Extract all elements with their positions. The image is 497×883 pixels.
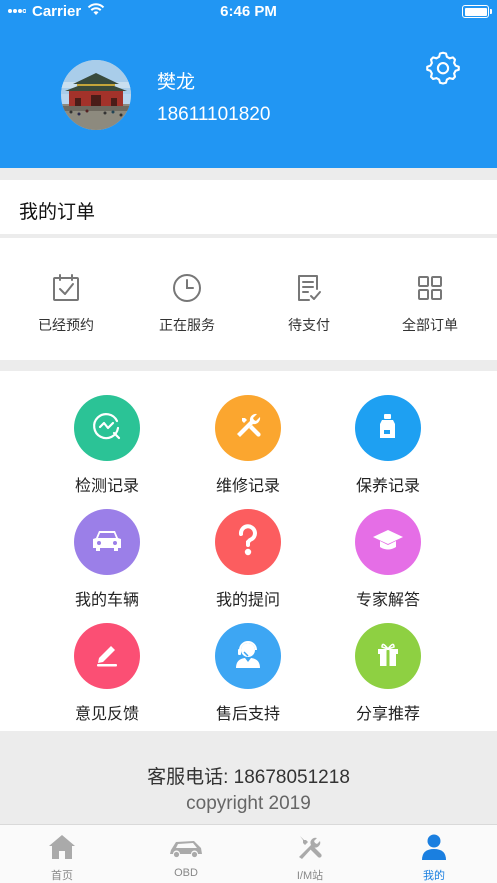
user-icon: [419, 833, 449, 861]
question-icon: [234, 523, 262, 561]
service-my-vehicles[interactable]: 我的车辆: [37, 485, 177, 609]
tab-obd-label: OBD: [174, 867, 198, 879]
footer: 客服电话: 18678051218 copyright 2019: [0, 731, 497, 824]
service-feedback-label: 意见反馈: [74, 706, 139, 723]
profile-header: 樊龙 18611101820: [0, 24, 497, 168]
service-after-sales[interactable]: 售后支持: [178, 599, 318, 723]
tab-mine-label: 我的: [423, 870, 445, 882]
avatar[interactable]: [61, 60, 131, 130]
service-after-sales-label: 售后支持: [215, 706, 280, 723]
settings-button[interactable]: [425, 49, 461, 85]
repair-tools-icon: [232, 410, 264, 447]
gift-icon: [374, 639, 402, 674]
service-my-questions[interactable]: 我的提问: [178, 485, 318, 609]
car-obd-icon: [170, 833, 202, 861]
copyright: copyright 2019: [186, 793, 311, 814]
support-agent-icon: [232, 638, 264, 675]
tab-home-label: 首页: [51, 870, 73, 882]
status-time: 6:46 PM: [220, 3, 277, 20]
user-phone: 18611101820: [157, 104, 271, 125]
service-share-label: 分享推荐: [355, 706, 420, 723]
service-repair-records[interactable]: 维修记录: [178, 371, 318, 495]
clock-icon: [171, 272, 203, 304]
status-bar: Carrier 6:46 PM: [0, 0, 497, 24]
tab-home[interactable]: 首页: [0, 825, 124, 883]
tab-obd[interactable]: OBD: [124, 825, 248, 883]
orders-header[interactable]: 我的订单: [0, 180, 497, 234]
calendar-check-icon: [50, 272, 82, 304]
tools-icon: [295, 833, 325, 861]
order-all[interactable]: 全部订单: [368, 238, 492, 360]
gear-icon: [425, 51, 461, 89]
battery-icon: [462, 5, 492, 18]
tab-im-station-label: I/M站: [296, 870, 324, 882]
order-status-row: 已经预约 正在服务 待支付 全部订单: [0, 238, 497, 360]
service-inspection-records[interactable]: 检测记录: [37, 371, 177, 495]
pencil-icon: [93, 640, 121, 673]
user-name: 樊龙: [157, 72, 196, 93]
customer-service-phone[interactable]: 客服电话: 18678051218: [0, 762, 497, 789]
inspection-icon: [91, 410, 123, 447]
tab-mine[interactable]: 我的: [372, 825, 496, 883]
services-grid: 检测记录 维修记录 保养记录 我的车辆 我的提问 专家解答 意见反馈 售后支持 …: [0, 371, 497, 731]
service-share[interactable]: 分享推荐: [318, 599, 458, 723]
car-icon: [90, 526, 124, 559]
tab-bar: 首页 OBD I/M站 我的: [0, 824, 497, 883]
service-feedback[interactable]: 意见反馈: [37, 599, 177, 723]
oil-bottle-icon: [372, 410, 404, 447]
graduation-cap-icon: [372, 526, 404, 559]
orders-title: 我的订单: [19, 202, 96, 223]
service-maintenance-records[interactable]: 保养记录: [318, 371, 458, 495]
grid-icon: [414, 272, 446, 304]
service-expert-answers[interactable]: 专家解答: [318, 485, 458, 609]
order-booked[interactable]: 已经预约: [4, 238, 128, 360]
home-icon: [47, 833, 77, 861]
order-in-service-label: 正在服务: [159, 317, 215, 333]
order-in-service[interactable]: 正在服务: [125, 238, 249, 360]
order-pending-payment[interactable]: 待支付: [247, 238, 371, 360]
order-all-label: 全部订单: [402, 317, 458, 333]
document-check-icon: [293, 272, 325, 304]
order-booked-label: 已经预约: [38, 317, 94, 333]
order-pending-payment-label: 待支付: [288, 317, 330, 333]
tab-im-station[interactable]: I/M站: [248, 825, 372, 883]
